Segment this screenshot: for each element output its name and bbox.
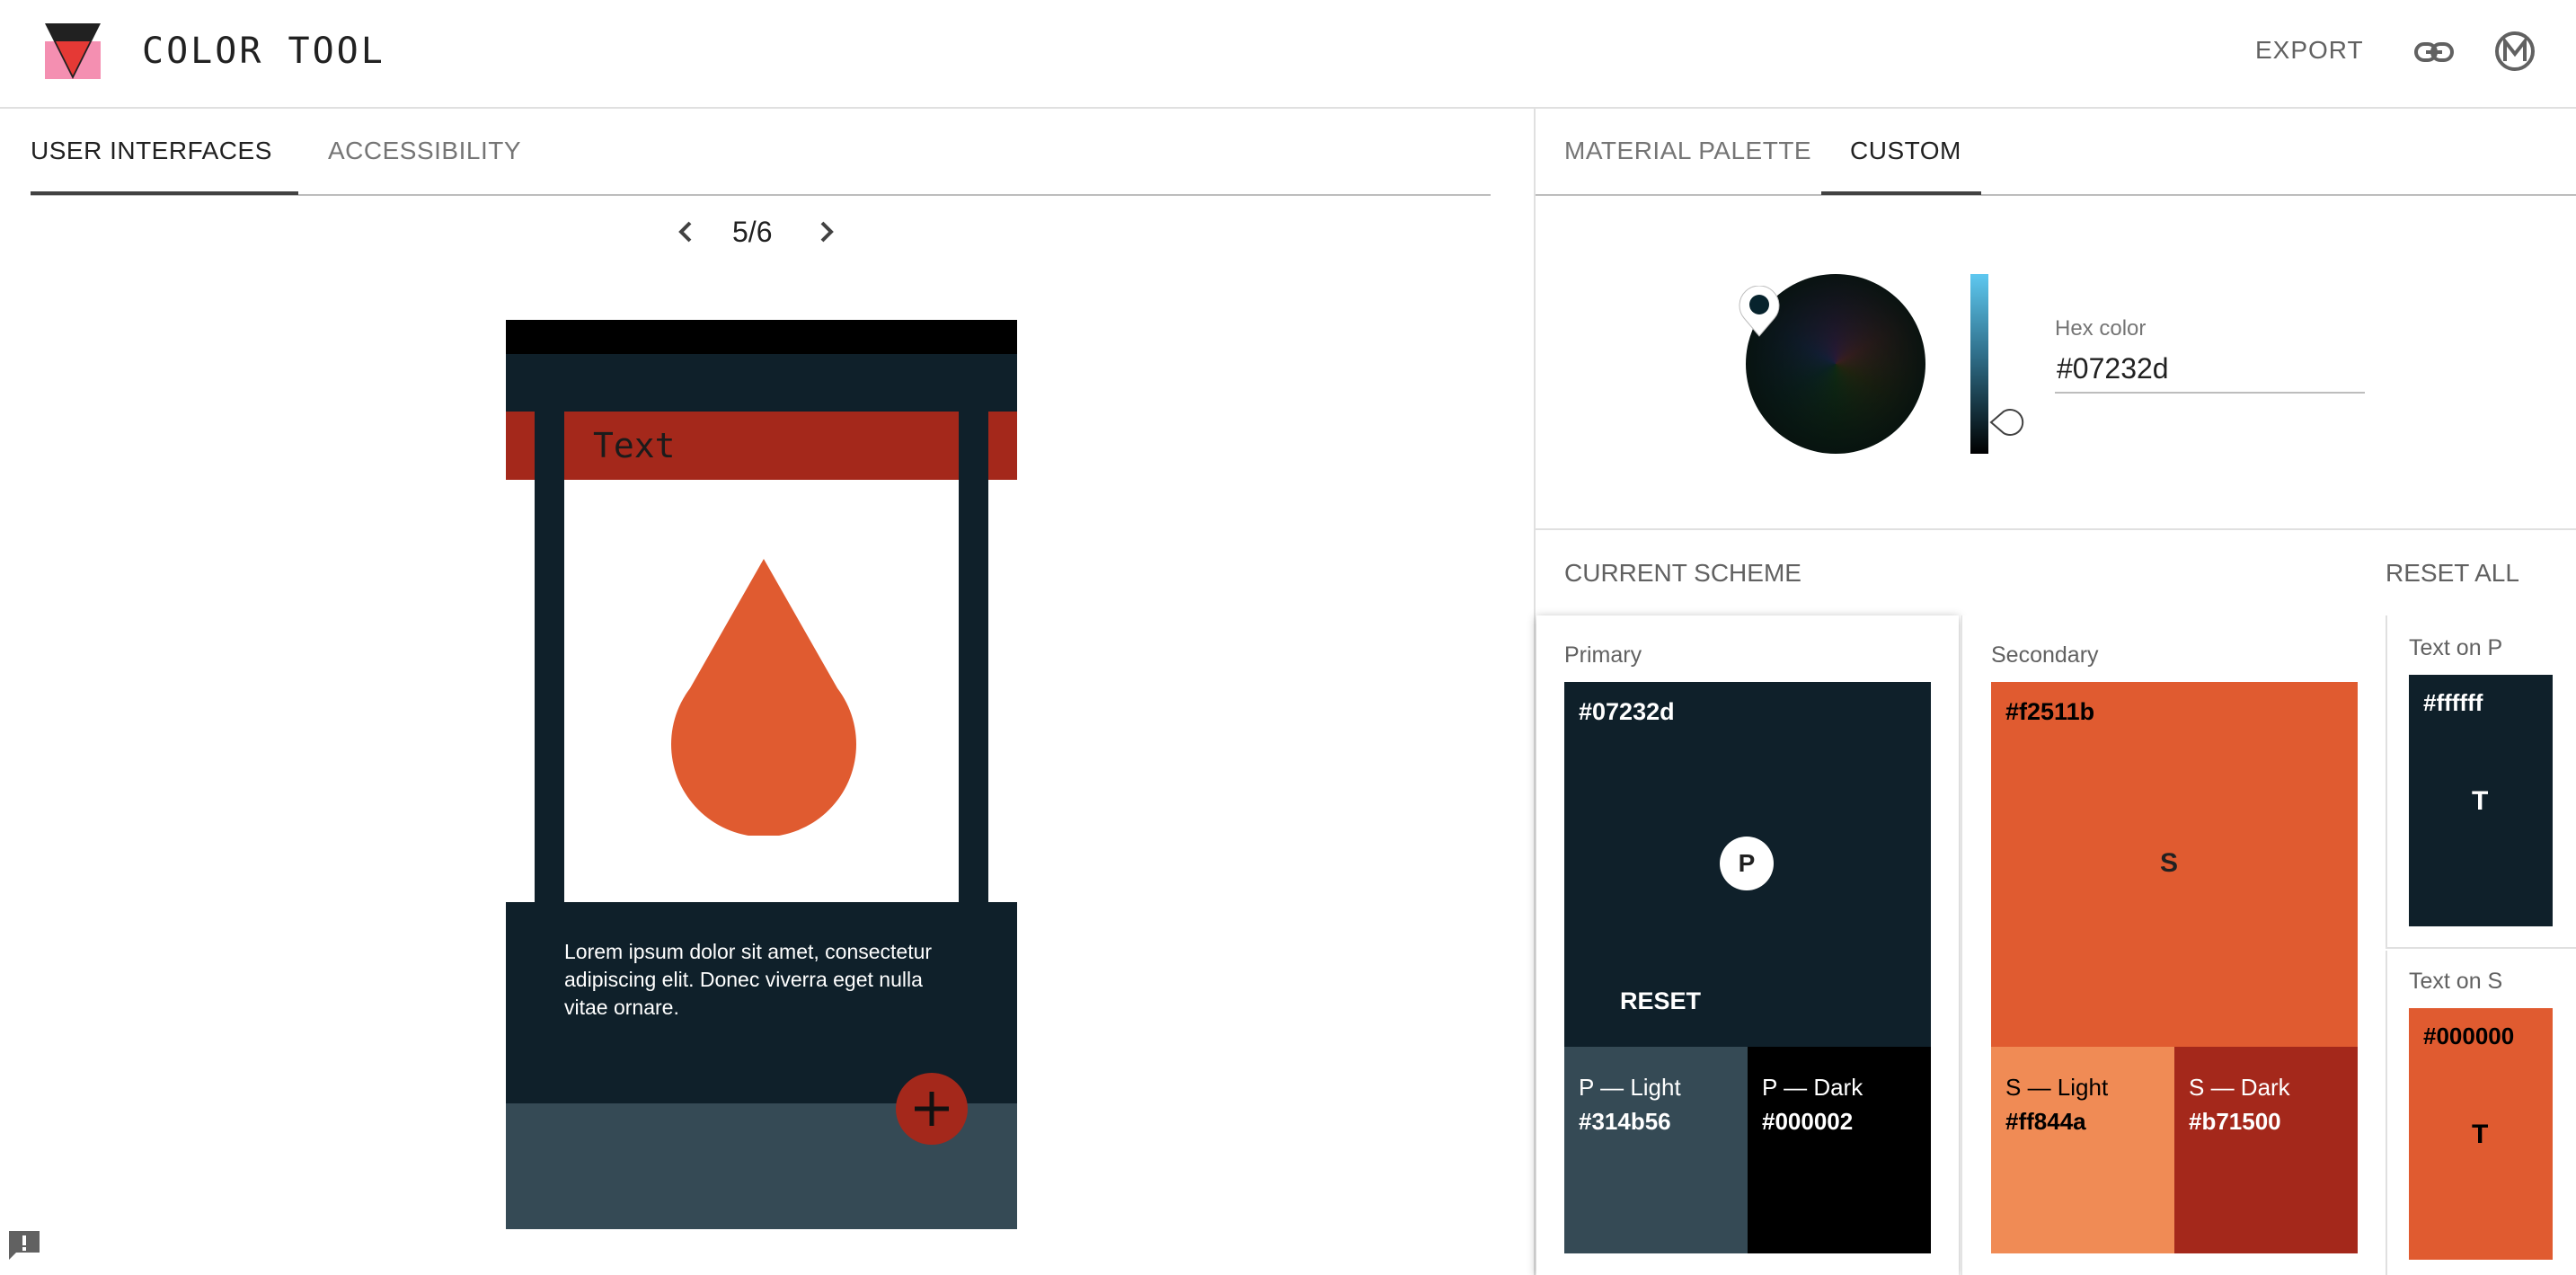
hex-color-input[interactable]	[2055, 345, 2365, 394]
secondary-badge: S	[2160, 848, 2179, 878]
primary-dark-title: P — Dark	[1762, 1074, 1863, 1101]
card-frame	[535, 412, 564, 902]
panel-divider	[1534, 109, 1536, 1275]
section-divider	[1536, 528, 2576, 530]
background-strip	[988, 480, 1017, 902]
primary-light-title: P — Light	[1579, 1074, 1681, 1101]
text-on-primary-card: Text on P #ffffff T	[2386, 615, 2576, 949]
material-design-icon[interactable]	[2494, 31, 2536, 72]
primary-label: Primary	[1564, 642, 1642, 668]
plus-icon	[915, 1092, 949, 1126]
secondary-light-title: S — Light	[2005, 1074, 2109, 1101]
primary-light-swatch[interactable]: P — Light #314b56	[1564, 1047, 1748, 1253]
text-on-s-label: Text on S	[2409, 969, 2503, 994]
primary-light-hex: #314b56	[1579, 1108, 1671, 1135]
hex-color-label: Hex color	[2055, 316, 2147, 341]
phone-preview: Text Lorem ipsum dolor sit amet, consect…	[506, 320, 1017, 1229]
status-bar	[506, 320, 1017, 354]
secondary-swatch[interactable]: #f2511b S	[1991, 682, 2358, 1047]
tab-material-palette[interactable]: MATERIAL PALETTE	[1564, 137, 1811, 165]
primary-dark-hex: #000002	[1762, 1108, 1854, 1135]
tab-custom[interactable]: CUSTOM	[1850, 137, 1961, 165]
text-on-s-hex: #000000	[2423, 1023, 2515, 1049]
tabs-divider	[1536, 194, 2576, 196]
secondary-light-swatch[interactable]: S — Light #ff844a	[1991, 1047, 2174, 1253]
text-on-s-glyph: T	[2472, 1120, 2489, 1149]
text-on-p-glyph: T	[2472, 786, 2489, 816]
chevron-left-icon[interactable]	[672, 216, 699, 248]
app-header: COLOR TOOL EXPORT	[0, 0, 2576, 109]
card-title: Text	[593, 426, 676, 465]
background-strip	[506, 480, 535, 902]
primary-dark-swatch[interactable]: P — Dark #000002	[1748, 1047, 1931, 1253]
brightness-slider[interactable]	[1970, 274, 1988, 454]
text-on-p-label: Text on P	[2409, 635, 2503, 660]
card-frame	[959, 412, 988, 902]
secondary-scheme-card: Secondary #f2511b S S — Light #ff844a S …	[1961, 615, 2385, 1275]
secondary-dark-title: S — Dark	[2189, 1074, 2290, 1101]
secondary-dark-swatch[interactable]: S — Dark #b71500	[2174, 1047, 2358, 1253]
fab-button[interactable]	[896, 1073, 968, 1145]
current-scheme-title: CURRENT SCHEME	[1564, 559, 1801, 587]
primary-hex: #07232d	[1579, 698, 1675, 725]
chevron-right-icon[interactable]	[813, 216, 840, 248]
secondary-hex: #f2511b	[2005, 698, 2095, 725]
text-on-p-hex: #ffffff	[2423, 689, 2483, 716]
text-on-secondary-card: Text on S #000000 T	[2386, 951, 2576, 1275]
secondary-dark-hex: #b71500	[2189, 1108, 2281, 1135]
export-button[interactable]: EXPORT	[2255, 36, 2364, 65]
reset-all-button[interactable]: RESET ALL	[2386, 559, 2519, 588]
preview-body-text: Lorem ipsum dolor sit amet, consectetur …	[564, 940, 933, 1019]
text-on-p-swatch[interactable]: #ffffff T	[2409, 675, 2553, 926]
active-tab-indicator	[1821, 191, 1981, 195]
drop-icon	[671, 559, 856, 836]
brightness-handle-icon[interactable]	[1989, 404, 2034, 440]
page-indicator: 5/6	[732, 216, 773, 248]
primary-badge: P	[1720, 837, 1774, 890]
secondary-label: Secondary	[1991, 642, 2099, 668]
secondary-light-hex: #ff844a	[2005, 1108, 2086, 1135]
card-header: Text	[564, 412, 959, 480]
tab-accessibility[interactable]: ACCESSIBILITY	[328, 137, 521, 165]
color-wheel-handle-icon[interactable]	[1737, 286, 1782, 338]
color-tool-logo-icon	[45, 23, 101, 79]
primary-scheme-card: Primary #07232d P RESET P — Light #314b5…	[1536, 615, 1959, 1275]
primary-reset-button[interactable]: RESET	[1620, 987, 1701, 1015]
preview-card: Text	[564, 412, 959, 902]
feedback-icon[interactable]	[7, 1229, 41, 1262]
tab-user-interfaces[interactable]: USER INTERFACES	[31, 137, 272, 165]
active-tab-indicator	[31, 191, 298, 195]
link-icon[interactable]	[2413, 34, 2455, 70]
app-title: COLOR TOOL	[142, 31, 385, 72]
primary-swatch[interactable]: #07232d P RESET	[1564, 682, 1931, 1047]
text-on-s-swatch[interactable]: #000000 T	[2409, 1008, 2553, 1260]
